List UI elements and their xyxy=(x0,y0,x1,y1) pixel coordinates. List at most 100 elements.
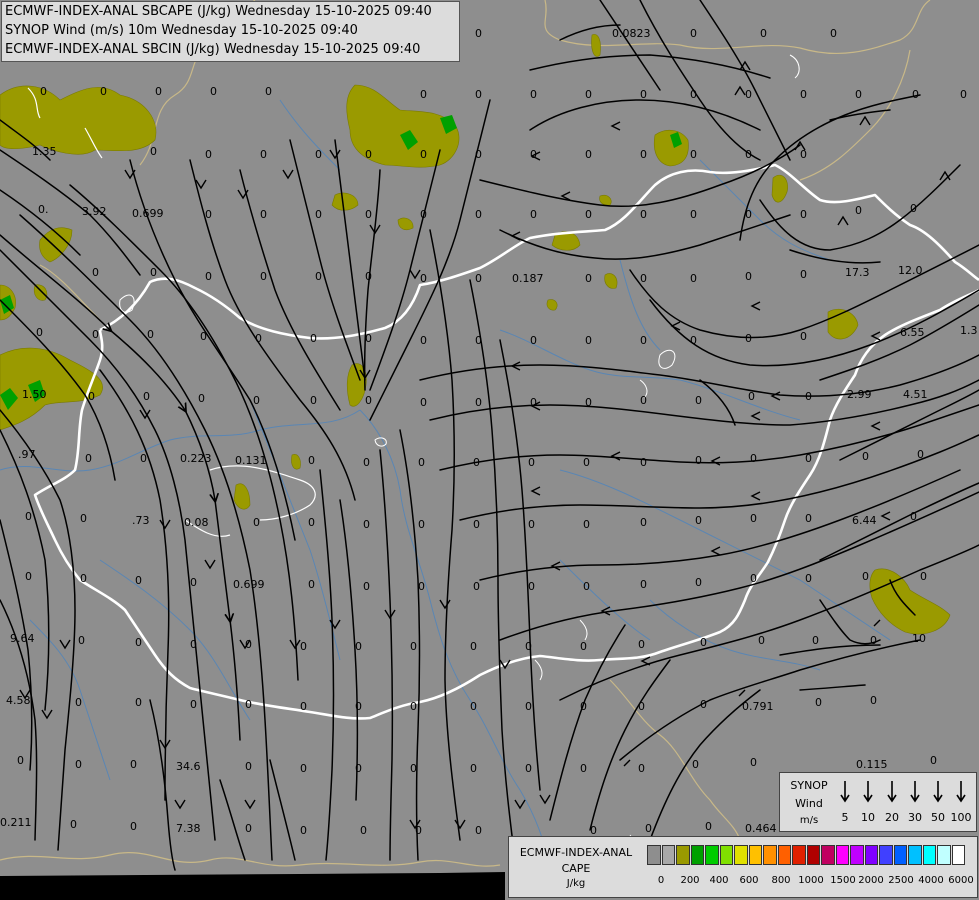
cape-swatch xyxy=(748,845,762,865)
value-label: 0.223 xyxy=(180,452,212,465)
cape-swatch xyxy=(806,845,820,865)
value-label: 0 xyxy=(300,824,307,837)
title-synop-wind: SYNOP Wind (m/s) 10m Wednesday 15-10-202… xyxy=(5,23,358,38)
cape-tick-label: 1000 xyxy=(798,875,824,886)
value-label: 0.211 xyxy=(0,816,32,829)
cape-swatch xyxy=(821,845,835,865)
cape-tick-label: 800 xyxy=(771,875,791,886)
value-label: 0 xyxy=(410,762,417,775)
cape-legend-subtitle: CAPE xyxy=(561,862,591,875)
value-label: 0 xyxy=(205,270,212,283)
value-label: 0 xyxy=(130,758,137,771)
value-label: 0 xyxy=(210,85,217,98)
value-label: 0 xyxy=(640,394,647,407)
value-label: 10 xyxy=(912,632,926,645)
value-label: 0 xyxy=(583,580,590,593)
value-label: 0 xyxy=(640,516,647,529)
cape-tick-label: 200 xyxy=(680,875,700,886)
value-label: 0 xyxy=(585,334,592,347)
value-label: 0 xyxy=(310,332,317,345)
value-label: 0.464 xyxy=(745,822,777,835)
cape-swatch xyxy=(705,845,719,865)
value-label: 0 xyxy=(245,698,252,711)
value-label: .97 xyxy=(18,448,36,461)
value-label: 0 xyxy=(640,208,647,221)
value-label: 0 xyxy=(420,88,427,101)
value-label: 34.6 xyxy=(176,760,201,773)
value-label: 0 xyxy=(265,85,272,98)
value-label: 0 xyxy=(830,27,837,40)
value-label: 0 xyxy=(245,638,252,651)
value-label: 0 xyxy=(310,394,317,407)
value-label: 0 xyxy=(253,394,260,407)
value-label: 0 xyxy=(420,208,427,221)
value-label: 0 xyxy=(75,758,82,771)
cape-tick-label: 4000 xyxy=(918,875,944,886)
value-label: 1.50 xyxy=(22,388,47,401)
cape-tick-label: 6000 xyxy=(948,875,974,886)
value-label: 0.791 xyxy=(742,700,774,713)
value-label: 7.38 xyxy=(176,822,201,835)
value-label: 0 xyxy=(862,570,869,583)
value-label: 0 xyxy=(420,272,427,285)
value-label: 0 xyxy=(92,266,99,279)
value-label: 0 xyxy=(363,456,370,469)
value-label: 1.3 xyxy=(960,324,978,337)
value-label: 0 xyxy=(420,396,427,409)
value-label: 0 xyxy=(640,456,647,469)
value-label: 1.35 xyxy=(32,145,57,158)
value-label: 4.58 xyxy=(6,694,31,707)
value-label: 0 xyxy=(705,820,712,833)
value-label: 0.699 xyxy=(233,578,265,591)
value-label: 0 xyxy=(260,208,267,221)
value-label: 0 xyxy=(528,580,535,593)
value-label: 0 xyxy=(143,390,150,403)
value-label: 0 xyxy=(917,448,924,461)
value-label: 0 xyxy=(88,390,95,403)
value-label: 0 xyxy=(855,204,862,217)
cape-legend-title: ECMWF-INDEX-ANAL xyxy=(519,846,633,859)
value-label: 0 xyxy=(690,208,697,221)
value-label: .73 xyxy=(132,514,150,527)
value-label: 0 xyxy=(415,824,422,837)
value-label: 0 xyxy=(315,208,322,221)
value-label: 0 xyxy=(638,638,645,651)
value-label: 0.115 xyxy=(856,758,888,771)
value-label: 0 xyxy=(473,580,480,593)
value-label: 0 xyxy=(530,208,537,221)
value-label: 0 xyxy=(308,578,315,591)
value-label: 0 xyxy=(525,640,532,653)
value-label: 0 xyxy=(525,762,532,775)
value-label: 0 xyxy=(17,754,24,767)
weather-map[interactable]: 0 0 0 0 0 0.0823 0 0 0 0 0 0 0 0 0 0 0 0 0 0 0 0 0 0 0 1.35 0 0 0 0 0 0… xyxy=(0,0,979,900)
value-label: 0 xyxy=(473,456,480,469)
value-label: 0 xyxy=(812,634,819,647)
value-label: 0 xyxy=(475,272,482,285)
value-label: 3.92 xyxy=(82,205,107,218)
cape-swatch xyxy=(864,845,878,865)
value-label: 0 xyxy=(640,88,647,101)
value-label: 0 xyxy=(308,516,315,529)
value-label: 0 xyxy=(690,148,697,161)
value-label: 0 xyxy=(640,272,647,285)
value-label: 0 xyxy=(583,518,590,531)
value-label: 0 xyxy=(365,270,372,283)
value-label: 0 xyxy=(315,270,322,283)
value-label: 6.55 xyxy=(900,326,925,339)
cape-tick-label: 400 xyxy=(709,875,729,886)
value-label: 0 xyxy=(930,754,937,767)
cape-swatch xyxy=(937,845,951,865)
value-label: 0 xyxy=(363,518,370,531)
value-label: 0 xyxy=(745,88,752,101)
value-label: 0 xyxy=(198,392,205,405)
value-label: 0 xyxy=(418,518,425,531)
cape-swatch xyxy=(850,845,864,865)
value-label: 0 xyxy=(135,574,142,587)
title-sbcin: ECMWF-INDEX-ANAL SBCIN (J/kg) Wednesday … xyxy=(5,42,421,57)
value-label: 0 xyxy=(25,510,32,523)
value-label: 0 xyxy=(420,148,427,161)
value-label: 0 xyxy=(815,696,822,709)
value-label: 0 xyxy=(700,698,707,711)
value-label: 0 xyxy=(475,334,482,347)
value-label: 0 xyxy=(800,208,807,221)
